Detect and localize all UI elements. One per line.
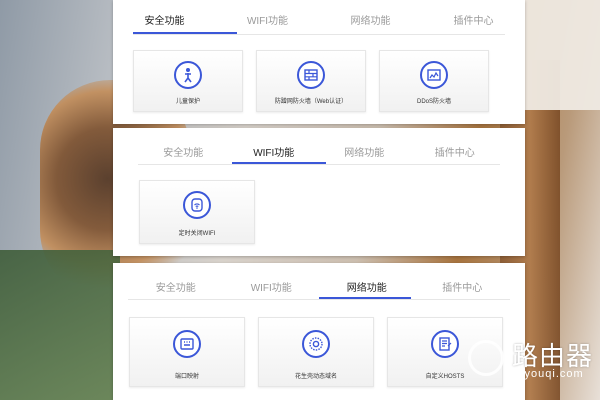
card-label: 儿童保护 [175,99,200,105]
router-logo-icon [468,340,504,376]
watermark: 路由器 luyouqi.com [468,336,598,386]
tab-bar: 安全功能 WIFI功能 网络功能 插件中心 [113,12,525,34]
background-plant [0,250,120,400]
tab-network[interactable]: 网络功能 [319,144,410,164]
port-mapping-icon [173,330,201,358]
tab-divider [138,164,500,165]
firewall-icon [297,61,325,89]
child-protection-icon [174,61,202,89]
card-timer-wifi[interactable]: 定时关闭WIFI [139,180,255,244]
card-child-protection[interactable]: 儿童保护 [133,50,243,112]
tab-plugins[interactable]: 插件中心 [422,12,525,34]
card-label: DDoS防火墙 [416,99,451,105]
tab-security[interactable]: 安全功能 [113,12,216,34]
tab-plugins[interactable]: 插件中心 [415,279,511,299]
active-tab-indicator [133,32,237,34]
tab-network[interactable]: 网络功能 [319,279,415,299]
active-tab-indicator [319,297,411,299]
tab-divider [133,34,505,35]
security-panel: 安全功能 WIFI功能 网络功能 插件中心 儿童保护 防蹭网防火墙（Web认证）… [113,0,525,124]
tab-wifi[interactable]: WIFI功能 [216,12,319,34]
tab-wifi[interactable]: WIFI功能 [224,279,320,299]
card-label: 花生壳动态域名 [294,374,337,380]
card-ddos-firewall[interactable]: DDoS防火墙 [379,50,489,112]
ddos-firewall-icon [420,61,448,89]
card-label: 防蹭网防火墙（Web认证） [274,99,348,105]
active-tab-indicator [232,162,326,164]
card-ddns[interactable]: 花生壳动态域名 [258,317,374,387]
card-label: 端口映射 [174,374,199,380]
tab-security[interactable]: 安全功能 [138,144,229,164]
tab-plugins[interactable]: 插件中心 [410,144,501,164]
wifi-panel: 安全功能 WIFI功能 网络功能 插件中心 定时关闭WIFI [113,128,525,256]
tab-bar: 安全功能 WIFI功能 网络功能 插件中心 [128,279,510,299]
background-calendar [520,0,600,110]
card-label: 定时关闭WIFI [178,231,216,237]
watermark-site: luyouqi.com [514,368,584,380]
tab-network[interactable]: 网络功能 [319,12,422,34]
tab-bar: 安全功能 WIFI功能 网络功能 插件中心 [138,144,500,164]
tab-security[interactable]: 安全功能 [128,279,224,299]
ddns-icon [302,330,330,358]
tab-divider [128,299,510,300]
card-web-firewall[interactable]: 防蹭网防火墙（Web认证） [256,50,366,112]
network-panel: 安全功能 WIFI功能 网络功能 插件中心 端口映射 花生壳动态域名 自定义HO… [113,263,525,400]
tab-wifi[interactable]: WIFI功能 [229,144,320,164]
card-port-mapping[interactable]: 端口映射 [129,317,245,387]
hosts-icon [431,330,459,358]
timer-wifi-icon [183,191,211,219]
